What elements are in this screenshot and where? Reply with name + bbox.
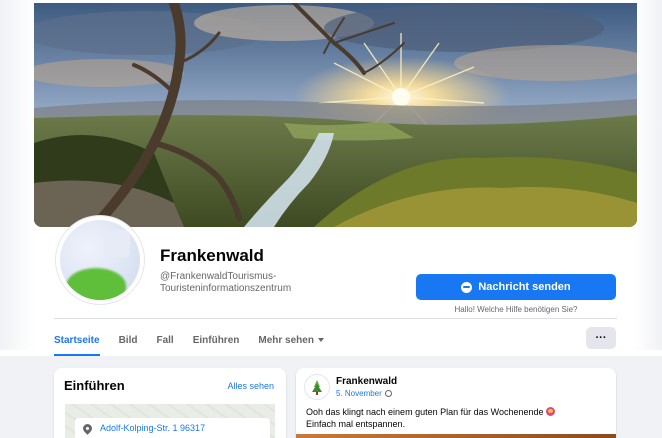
post-date-text: 5. November <box>336 389 382 398</box>
tab-startseite[interactable]: Startseite <box>54 326 100 356</box>
address-text: Adolf-Kolping-Str. 1 96317 <box>100 423 206 433</box>
cover-landscape-image <box>34 3 637 227</box>
tab-fall[interactable]: Fall <box>156 326 173 354</box>
message-hint: Hallo! Welche Hilfe benötigen Sie? <box>454 305 578 314</box>
profile-picture-shape <box>104 230 130 258</box>
frankenwald-logo-icon <box>312 380 322 395</box>
tab-einfuehren[interactable]: Einführen <box>193 326 240 354</box>
page-title: Frankenwald <box>160 246 264 265</box>
page-profile-picture[interactable] <box>56 216 144 304</box>
emoji-icon <box>546 407 556 416</box>
cover-photo[interactable] <box>34 3 637 227</box>
post-card: Frankenwald 5. November Ooh das klingt n… <box>296 368 616 438</box>
send-message-label: Nachricht senden <box>478 281 571 293</box>
intro-title: Einführen <box>64 378 125 393</box>
location-map[interactable]: Adolf-Kolping-Str. 1 96317 <box>65 404 275 438</box>
see-all-link[interactable]: Alles sehen <box>227 381 274 391</box>
send-message-button[interactable]: Nachricht senden <box>416 274 616 300</box>
post-text-line-1: Ooh das klingt nach einem guten Plan für… <box>306 406 606 418</box>
address-row[interactable]: Adolf-Kolping-Str. 1 96317 <box>75 418 270 438</box>
post-text: Ooh das klingt nach einem guten Plan für… <box>306 406 606 430</box>
profile-picture-image <box>60 220 140 300</box>
tab-mehr-sehen-label: Mehr sehen <box>258 334 314 346</box>
post-author-name[interactable]: Frankenwald <box>336 376 397 387</box>
caret-down-icon <box>317 338 324 342</box>
intro-card: Einführen Alles sehen Adolf-Kolping-Str.… <box>54 368 286 438</box>
post-text-line-1-text: Ooh das klingt nach einem guten Plan für… <box>306 407 544 417</box>
globe-icon <box>384 390 392 397</box>
tab-bild[interactable]: Bild <box>119 326 138 354</box>
right-gutter <box>634 0 662 350</box>
profile-picture-green-shape <box>66 268 126 300</box>
post-author-avatar[interactable] <box>304 374 330 400</box>
post-image[interactable] <box>296 434 616 438</box>
page-handle-line-2: Touristeninformationszentrum <box>160 283 292 294</box>
more-options-button[interactable]: ··· <box>586 327 616 349</box>
messenger-icon <box>461 281 473 293</box>
page-handle-line-1: @FrankenwaldTourismus- <box>160 271 277 282</box>
tab-mehr-sehen[interactable]: Mehr sehen <box>258 326 324 354</box>
header-divider <box>54 318 617 319</box>
page-handle: @FrankenwaldTourismus- Touristeninformat… <box>160 271 360 295</box>
post-timestamp[interactable]: 5. November <box>336 389 392 398</box>
map-pin-icon <box>81 421 94 435</box>
post-text-line-2: Einfach mal entspannen. <box>306 419 406 429</box>
page-tabs: Startseite Bild Fall Einführen Mehr sehe… <box>54 326 343 356</box>
left-gutter <box>0 0 34 350</box>
